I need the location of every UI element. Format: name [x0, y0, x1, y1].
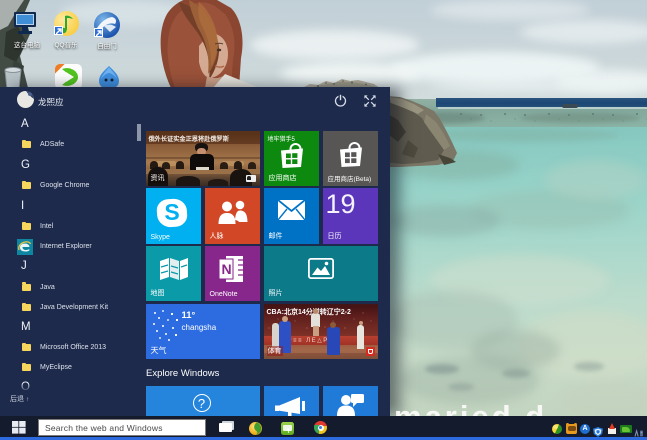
svg-text:N: N	[221, 261, 231, 277]
